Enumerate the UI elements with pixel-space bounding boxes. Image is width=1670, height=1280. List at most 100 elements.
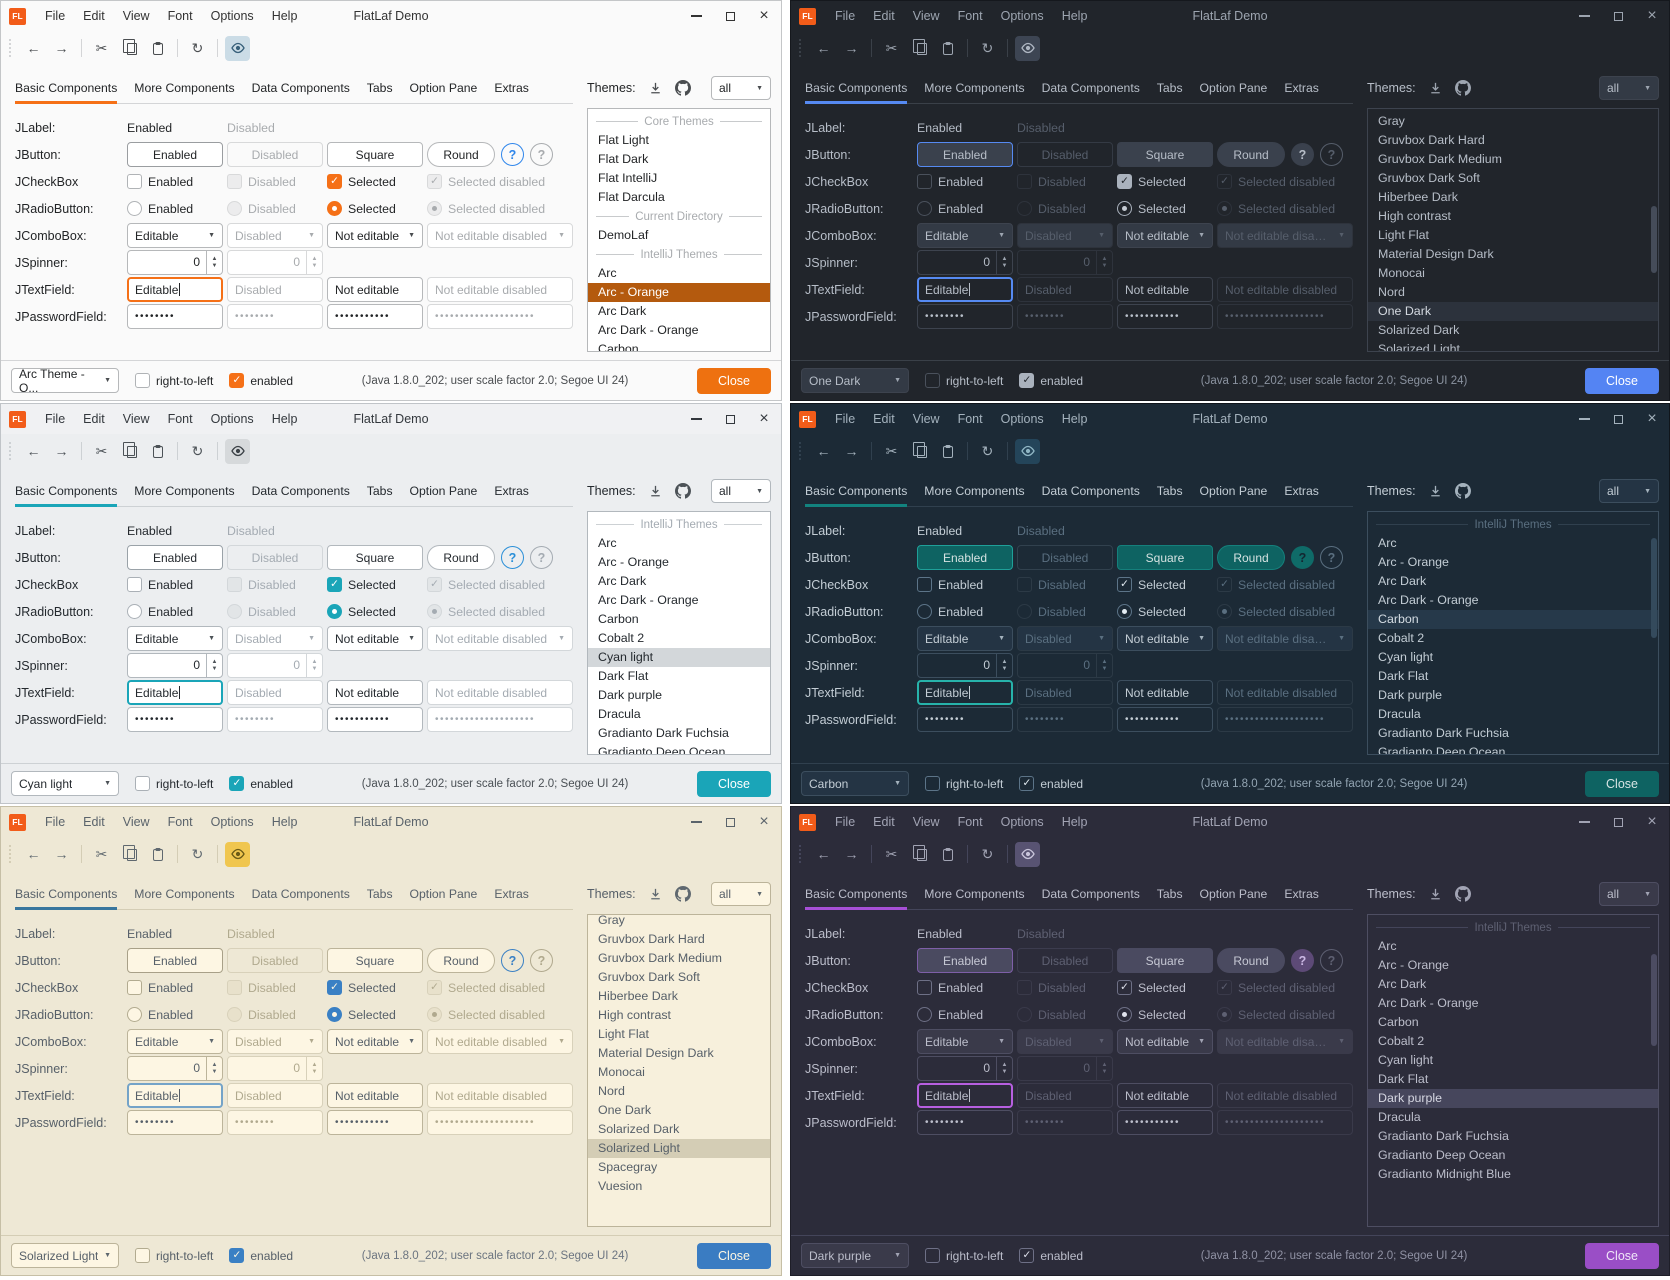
- spinner-enabled[interactable]: 0▲▼: [917, 653, 1013, 678]
- paste-icon[interactable]: [935, 439, 960, 464]
- radio-enabled[interactable]: [127, 1007, 142, 1022]
- theme-list-scrollbar[interactable]: [1650, 111, 1658, 349]
- theme-list-item[interactable]: Cobalt 2: [588, 629, 770, 648]
- tab-basic-components[interactable]: Basic Components: [15, 478, 117, 506]
- theme-list-item[interactable]: Dark purple: [1368, 1089, 1658, 1108]
- theme-list-item[interactable]: Cyan light: [1368, 648, 1658, 667]
- menu-font[interactable]: Font: [159, 1, 202, 31]
- theme-list-item[interactable]: Gruvbox Dark Hard: [1368, 131, 1658, 150]
- tab-basic-components[interactable]: Basic Components: [15, 881, 117, 909]
- github-icon[interactable]: [675, 483, 691, 499]
- checkbox-selected[interactable]: ✓: [1117, 174, 1132, 189]
- tab-more-components[interactable]: More Components: [924, 881, 1024, 909]
- jbutton-enabled-button[interactable]: Enabled: [127, 545, 223, 570]
- download-icon[interactable]: [648, 81, 663, 96]
- maximize-icon[interactable]: [713, 1, 747, 31]
- radio-selected[interactable]: [1117, 1007, 1132, 1022]
- close-window-icon[interactable]: ×: [1635, 404, 1669, 434]
- tab-tabs[interactable]: Tabs: [367, 478, 393, 506]
- passwordfield-enabled[interactable]: ••••••••: [917, 1110, 1013, 1135]
- github-icon[interactable]: [1455, 80, 1471, 96]
- menu-options[interactable]: Options: [202, 807, 263, 837]
- theme-list-item[interactable]: Cobalt 2: [1368, 1032, 1658, 1051]
- theme-list-item[interactable]: Arc: [1368, 534, 1658, 553]
- right-to-left-checkbox[interactable]: right-to-left: [135, 776, 213, 791]
- passwordfield-enabled[interactable]: ••••••••: [127, 304, 223, 329]
- tab-option-pane[interactable]: Option Pane: [410, 881, 478, 909]
- combobox-editable[interactable]: Editable▼: [127, 223, 223, 248]
- cut-icon[interactable]: ✂: [879, 439, 904, 464]
- theme-list-item[interactable]: Flat Darcula: [588, 188, 770, 207]
- menu-help[interactable]: Help: [1053, 1, 1097, 31]
- github-icon[interactable]: [675, 80, 691, 96]
- theme-list-item[interactable]: Cyan light: [1368, 1051, 1658, 1070]
- menu-view[interactable]: View: [904, 404, 949, 434]
- tab-basic-components[interactable]: Basic Components: [15, 75, 117, 103]
- copy-icon[interactable]: [117, 842, 142, 867]
- menu-font[interactable]: Font: [949, 404, 992, 434]
- toolbar-grip[interactable]: [799, 845, 803, 863]
- theme-list-item[interactable]: Solarized Light: [588, 1139, 770, 1158]
- theme-list-item[interactable]: DemoLaf: [588, 226, 770, 245]
- tab-data-components[interactable]: Data Components: [252, 478, 350, 506]
- theme-list-item[interactable]: Gradianto Deep Ocean: [1368, 743, 1658, 755]
- checkbox-selected[interactable]: ✓: [1117, 980, 1132, 995]
- textfield-editable[interactable]: Editable: [127, 277, 223, 302]
- theme-filter-combobox[interactable]: all▼: [1599, 882, 1659, 906]
- maximize-icon[interactable]: [1601, 807, 1635, 837]
- textfield-editable[interactable]: Editable: [917, 277, 1013, 302]
- paste-icon[interactable]: [145, 36, 170, 61]
- enabled-checkbox[interactable]: ✓enabled: [229, 373, 293, 388]
- theme-list-item[interactable]: Dracula: [588, 705, 770, 724]
- textfield-editable[interactable]: Editable: [917, 1083, 1013, 1108]
- theme-list-item[interactable]: Monocai: [1368, 264, 1658, 283]
- maximize-icon[interactable]: [713, 807, 747, 837]
- close-window-icon[interactable]: ×: [747, 807, 781, 837]
- checkbox-enabled[interactable]: [917, 577, 932, 592]
- forward-icon[interactable]: →: [839, 439, 864, 464]
- menu-options[interactable]: Options: [992, 404, 1053, 434]
- theme-list-item[interactable]: Arc - Orange: [1368, 553, 1658, 572]
- theme-list-item[interactable]: Carbon: [588, 340, 770, 352]
- theme-list-item[interactable]: Arc Dark: [1368, 572, 1658, 591]
- download-icon[interactable]: [648, 887, 663, 902]
- tab-basic-components[interactable]: Basic Components: [805, 881, 907, 909]
- theme-list-item[interactable]: Gradianto Deep Ocean: [1368, 1146, 1658, 1165]
- forward-icon[interactable]: →: [49, 842, 74, 867]
- passwordfield-enabled[interactable]: ••••••••: [917, 304, 1013, 329]
- tab-basic-components[interactable]: Basic Components: [805, 75, 907, 103]
- theme-list-item[interactable]: Gradianto Midnight Blue: [1368, 1165, 1658, 1184]
- radio-selected[interactable]: [327, 1007, 342, 1022]
- theme-list-item[interactable]: Solarized Light: [1368, 340, 1658, 352]
- eye-icon[interactable]: [1015, 842, 1040, 867]
- theme-list-item[interactable]: Cyan light: [588, 648, 770, 667]
- close-window-icon[interactable]: ×: [1635, 1, 1669, 31]
- back-icon[interactable]: ←: [811, 842, 836, 867]
- menu-font[interactable]: Font: [949, 807, 992, 837]
- back-icon[interactable]: ←: [21, 842, 46, 867]
- refresh-icon[interactable]: ↻: [975, 439, 1000, 464]
- menu-help[interactable]: Help: [1053, 807, 1097, 837]
- theme-list-item[interactable]: Arc Dark - Orange: [1368, 994, 1658, 1013]
- jbutton-round-button[interactable]: Round: [427, 142, 495, 167]
- right-to-left-checkbox[interactable]: right-to-left: [925, 776, 1003, 791]
- download-icon[interactable]: [1428, 81, 1443, 96]
- toolbar-grip[interactable]: [799, 39, 803, 57]
- close-button[interactable]: Close: [1585, 771, 1659, 797]
- forward-icon[interactable]: →: [49, 36, 74, 61]
- close-button[interactable]: Close: [697, 1243, 771, 1269]
- right-to-left-checkbox[interactable]: right-to-left: [925, 1248, 1003, 1263]
- cut-icon[interactable]: ✂: [89, 842, 114, 867]
- spinner-enabled[interactable]: 0▲▼: [127, 653, 223, 678]
- theme-list-item[interactable]: Arc Dark - Orange: [1368, 591, 1658, 610]
- refresh-icon[interactable]: ↻: [975, 36, 1000, 61]
- menu-file[interactable]: File: [826, 807, 864, 837]
- download-icon[interactable]: [648, 484, 663, 499]
- textfield-not-editable[interactable]: Not editable: [1117, 680, 1213, 705]
- copy-icon[interactable]: [117, 36, 142, 61]
- radio-selected[interactable]: [1117, 201, 1132, 216]
- textfield-not-editable[interactable]: Not editable: [327, 680, 423, 705]
- radio-enabled[interactable]: [127, 201, 142, 216]
- theme-selector-combobox[interactable]: Dark purple▼: [801, 1243, 909, 1268]
- theme-list-item[interactable]: Dracula: [1368, 1108, 1658, 1127]
